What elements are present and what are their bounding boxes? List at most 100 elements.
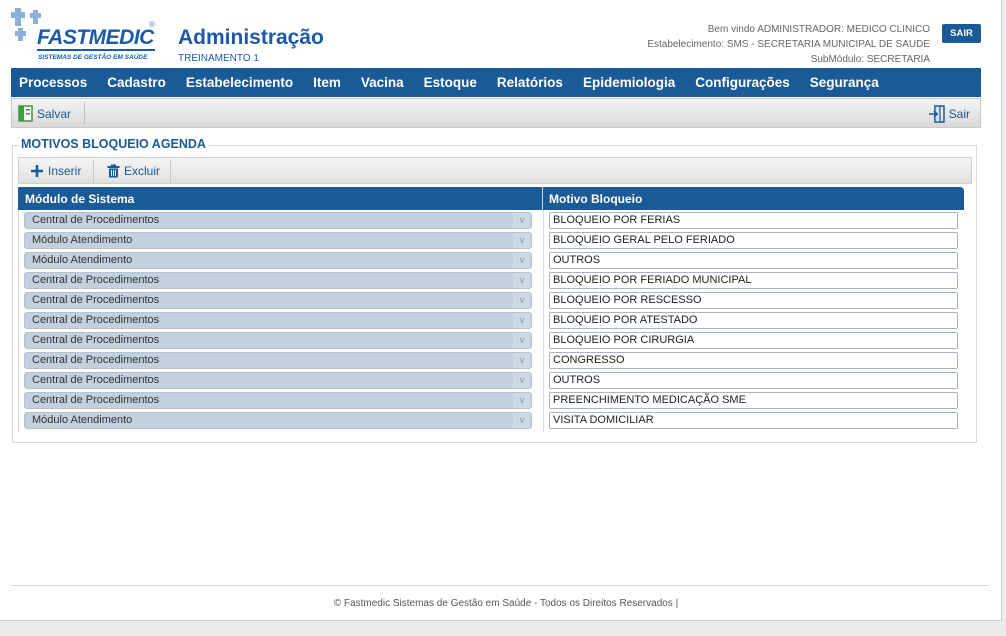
grid-header: Módulo de Sistema Motivo Bloqueio [18, 187, 964, 210]
module-select[interactable]: Módulo Atendimento ∨ [24, 252, 532, 269]
table-row: Módulo Atendimento ∨ VISITA DOMICILIAR [19, 410, 965, 430]
module-select-value: Central de Procedimentos [32, 394, 160, 406]
chevron-down-icon[interactable]: ∨ [513, 313, 530, 328]
reason-input[interactable]: VISITA DOMICILIAR [549, 412, 958, 429]
module-select[interactable]: Central de Procedimentos ∨ [24, 272, 532, 289]
chevron-down-icon[interactable]: ∨ [513, 393, 530, 408]
insert-button[interactable]: Inserir [30, 162, 81, 180]
reason-input[interactable]: BLOQUEIO POR FERIAS [549, 212, 958, 229]
panel-title: MOTIVOS BLOQUEIO AGENDA [19, 137, 208, 151]
menu-item-estoque[interactable]: Estoque [424, 75, 477, 90]
table-row: Central de Procedimentos ∨ CONGRESSO [19, 350, 965, 370]
chevron-down-icon[interactable]: ∨ [513, 413, 530, 428]
module-select-value: Central de Procedimentos [32, 274, 160, 286]
menu-item-vacina[interactable]: Vacina [361, 75, 404, 90]
footer-copyright: © Fastmedic Sistemas de Gestão em Saúde … [333, 598, 679, 609]
toolbar-divider [84, 102, 85, 124]
logo-wordmark: FASTMEDIC [37, 26, 154, 49]
table-row: Módulo Atendimento ∨ BLOQUEIO GERAL PELO … [19, 230, 965, 250]
module-select[interactable]: Central de Procedimentos ∨ [24, 212, 532, 229]
environment-subtitle: TREINAMENTO 1 [178, 53, 259, 64]
page-title: Administração [178, 26, 324, 49]
page: FASTMEDIC ® SISTEMAS DE GESTÃO EM SAÚDE … [0, 0, 1002, 621]
save-button[interactable]: Salvar [18, 103, 71, 124]
reason-input[interactable]: BLOQUEIO GERAL PELO FERIADO [549, 232, 958, 249]
plus-icon [31, 165, 43, 177]
menu-item-relatorios[interactable]: Relatórios [497, 75, 563, 90]
fastmedic-logo[interactable]: FASTMEDIC ® SISTEMAS DE GESTÃO EM SAÚDE [11, 8, 157, 66]
menu-item-processos[interactable]: Processos [19, 75, 87, 90]
column-divider [542, 187, 543, 210]
chevron-down-icon[interactable]: ∨ [513, 253, 530, 268]
table-row: Central de Procedimentos ∨ BLOQUEIO POR R… [19, 290, 965, 310]
main-menu: Processos Cadastro Estabelecimento Item … [11, 68, 981, 97]
module-select-value: Módulo Atendimento [32, 414, 133, 426]
module-select-value: Central de Procedimentos [32, 354, 160, 366]
column-header-module[interactable]: Módulo de Sistema [25, 192, 134, 206]
logout-button[interactable]: SAIR [942, 24, 981, 43]
reason-input[interactable]: PREENCHIMENTO MEDICAÇÃO SME [549, 392, 958, 409]
module-select[interactable]: Central de Procedimentos ∨ [24, 292, 532, 309]
logo-registered-mark: ® [149, 20, 155, 29]
insert-button-label: Inserir [48, 164, 82, 178]
reason-input[interactable]: BLOQUEIO POR FERIADO MUNICIPAL [549, 272, 958, 289]
chevron-down-icon[interactable]: ∨ [513, 333, 530, 348]
module-select[interactable]: Central de Procedimentos ∨ [24, 352, 532, 369]
exit-button[interactable]: Sair [928, 103, 970, 124]
chevron-down-icon[interactable]: ∨ [513, 233, 530, 248]
grid-body: Central de Procedimentos ∨ BLOQUEIO POR F… [18, 210, 964, 432]
reason-input[interactable]: OUTROS [549, 372, 958, 389]
module-select-value: Módulo Atendimento [32, 254, 133, 266]
menu-item-epidemiologia[interactable]: Epidemiologia [583, 75, 675, 90]
trash-icon [107, 164, 120, 178]
welcome-text: Bem vindo ADMINISTRADOR: MEDICO CLINICO [707, 24, 930, 35]
module-select[interactable]: Central de Procedimentos ∨ [24, 312, 532, 329]
module-select-value: Central de Procedimentos [32, 314, 160, 326]
menu-item-cadastro[interactable]: Cadastro [107, 75, 166, 90]
reason-input[interactable]: CONGRESSO [549, 352, 958, 369]
module-select-value: Módulo Atendimento [32, 234, 133, 246]
grid-toolbar-divider [170, 160, 171, 183]
menu-item-configuracoes[interactable]: Configurações [695, 75, 790, 90]
grid-toolbar-divider [93, 160, 94, 183]
delete-button-label: Excluir [124, 164, 161, 178]
module-select[interactable]: Central de Procedimentos ∨ [24, 332, 532, 349]
footer-divider [11, 585, 989, 586]
module-select[interactable]: Central de Procedimentos ∨ [24, 372, 532, 389]
table-row: Central de Procedimentos ∨ BLOQUEIO POR A… [19, 310, 965, 330]
save-document-icon [18, 105, 33, 122]
exit-door-icon [928, 104, 945, 123]
table-row: Central de Procedimentos ∨ BLOQUEIO POR C… [19, 330, 965, 350]
module-select[interactable]: Módulo Atendimento ∨ [24, 412, 532, 429]
module-select[interactable]: Módulo Atendimento ∨ [24, 232, 532, 249]
table-row: Central de Procedimentos ∨ PREENCHIMENTO … [19, 390, 965, 410]
module-select-value: Central de Procedimentos [32, 374, 160, 386]
menu-item-estabelecimento[interactable]: Estabelecimento [186, 75, 293, 90]
column-header-reason[interactable]: Motivo Bloqueio [549, 192, 642, 206]
table-row: Central de Procedimentos ∨ BLOQUEIO POR F… [19, 210, 965, 230]
chevron-down-icon[interactable]: ∨ [513, 353, 530, 368]
delete-button[interactable]: Excluir [107, 162, 160, 180]
submodule-text: SubMódulo: SECRETARIA [810, 54, 930, 65]
chevron-down-icon[interactable]: ∨ [513, 373, 530, 388]
logo-tagline: SISTEMAS DE GESTÃO EM SAÚDE [38, 54, 148, 61]
reason-input[interactable]: BLOQUEIO POR ATESTADO [549, 312, 958, 329]
menu-item-seguranca[interactable]: Segurança [810, 75, 879, 90]
establishment-text: Estabelecimento: SMS - SECRETARIA MUNICI… [647, 39, 930, 50]
horizontal-scrollbar[interactable] [0, 622, 1006, 636]
action-toolbar: Salvar Sair [11, 98, 981, 128]
reason-input[interactable]: OUTROS [549, 252, 958, 269]
chevron-down-icon[interactable]: ∨ [513, 293, 530, 308]
reason-input[interactable]: BLOQUEIO POR CIRURGIA [549, 332, 958, 349]
exit-button-label: Sair [948, 106, 970, 121]
reason-input[interactable]: BLOQUEIO POR RESCESSO [549, 292, 958, 309]
chevron-down-icon[interactable]: ∨ [513, 213, 530, 228]
save-button-label: Salvar [37, 106, 72, 121]
chevron-down-icon[interactable]: ∨ [513, 273, 530, 288]
table-row: Central de Procedimentos ∨ OUTROS [19, 370, 965, 390]
module-select-value: Central de Procedimentos [32, 334, 160, 346]
module-select-value: Central de Procedimentos [32, 214, 160, 226]
module-select[interactable]: Central de Procedimentos ∨ [24, 392, 532, 409]
module-select-value: Central de Procedimentos [32, 294, 160, 306]
menu-item-item[interactable]: Item [313, 75, 341, 90]
